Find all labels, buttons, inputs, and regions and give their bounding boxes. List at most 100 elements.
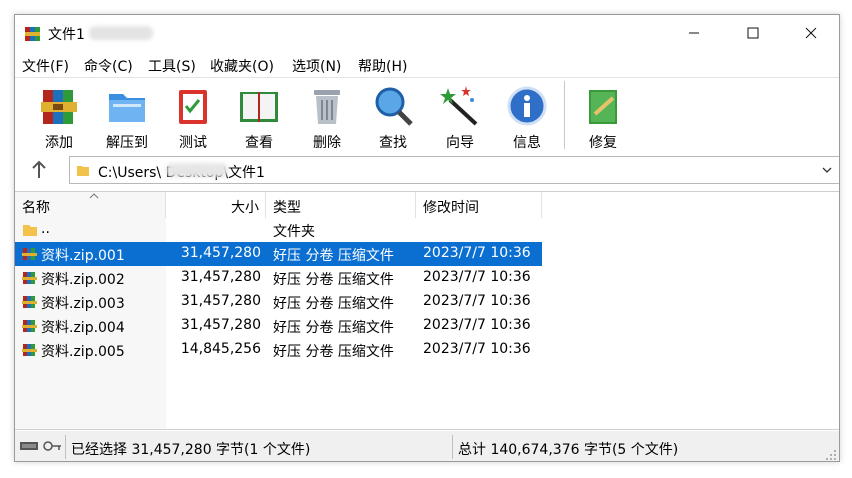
folder-icon [23,225,37,236]
winrar-window: 文件1 文件(F) 命令(C) 工具(S) 收藏夹(O) 选项(N) 帮助(H) [14,14,840,462]
list-header: 名称 大小 类型 修改时间 [15,192,839,218]
wizard-label: 向导 [446,135,474,151]
file-name: 资料.zip.004 [41,320,125,336]
path-input[interactable]: C:\Users\ Desktop\文件1 [69,156,839,184]
magic-wand-icon [440,86,478,126]
status-separator [452,435,453,459]
toolbar: 添加 解压到 测试 查看 删除 查找 向导 信息 修复 [15,77,839,153]
selection-status: 已经选择 31,457,280 字节(1 个文件) [71,442,311,458]
file-size: 31,457,280 [180,245,261,261]
extract-folder-icon [109,94,145,122]
rar-archive-icon [22,320,37,332]
toolbar-separator [564,81,565,149]
winrar-books-icon [25,27,40,41]
menu-options[interactable]: 选项(N) [292,56,341,76]
rar-archive-icon [22,248,37,260]
close-button[interactable] [782,15,839,51]
maximize-icon [747,27,759,39]
table-row[interactable]: 资料.zip.005 14,845,256 好压 分卷 压缩文件 2023/7/… [15,338,542,362]
sort-ascending-icon [89,193,99,199]
file-size: 31,457,280 [180,317,261,333]
file-modified: 2023/7/7 10:36 [423,317,531,333]
up-arrow-icon[interactable] [29,159,49,181]
redacted-title-part [89,26,153,40]
test-clipboard-icon [179,90,207,124]
menu-file[interactable]: 文件(F) [22,56,69,76]
column-type-header[interactable]: 类型 [266,192,416,218]
file-list: 名称 大小 类型 修改时间 .. 文件夹 资料.zip.001 31,457,2… [15,191,839,430]
file-modified: 2023/7/7 10:36 [423,341,531,357]
menu-tools[interactable]: 工具(S) [148,56,196,76]
file-type: 好压 分卷 压缩文件 [273,248,394,264]
table-row-parent[interactable]: .. 文件夹 [15,218,542,242]
add-archive-icon [41,90,77,124]
file-type: 好压 分卷 压缩文件 [273,320,394,336]
repair-book-icon [589,90,617,124]
status-bar: 已经选择 31,457,280 字节(1 个文件) 总计 140,674,376… [15,431,839,461]
file-size: 14,845,256 [180,341,261,357]
menu-command[interactable]: 命令(C) [84,56,133,76]
trash-icon [314,90,340,124]
rar-archive-icon [22,272,37,284]
repair-label: 修复 [589,135,617,151]
add-button[interactable]: 添加 [27,82,91,151]
file-type: 好压 分卷 压缩文件 [273,344,394,360]
column-type-label: 类型 [273,200,301,216]
table-row[interactable]: 资料.zip.001 31,457,280 好压 分卷 压缩文件 2023/7/… [15,242,542,266]
column-modified-header[interactable]: 修改时间 [416,192,542,218]
minimize-icon [689,32,699,34]
info-button[interactable]: 信息 [495,82,559,151]
info-label: 信息 [513,135,541,151]
info-icon [507,86,547,126]
file-type: 文件夹 [273,224,315,240]
file-name: 资料.zip.003 [41,296,125,312]
magnifier-icon [375,87,413,126]
delete-label: 删除 [313,135,341,151]
file-size: 31,457,280 [180,269,261,285]
title-bar: 文件1 [15,15,839,51]
file-modified: 2023/7/7 10:36 [423,245,531,261]
file-type: 好压 分卷 压缩文件 [273,296,394,312]
find-button[interactable]: 查找 [361,82,425,151]
menu-favorites[interactable]: 收藏夹(O) [210,56,274,76]
table-row[interactable]: 资料.zip.003 31,457,280 好压 分卷 压缩文件 2023/7/… [15,290,542,314]
folder-icon [77,166,89,176]
rar-archive-icon [22,344,37,356]
wizard-button[interactable]: 向导 [428,82,492,151]
table-row[interactable]: 资料.zip.002 31,457,280 好压 分卷 压缩文件 2023/7/… [15,266,542,290]
delete-button[interactable]: 删除 [295,82,359,151]
test-button[interactable]: 测试 [161,82,225,151]
extract-to-button[interactable]: 解压到 [95,82,159,151]
maximize-button[interactable] [724,15,782,51]
table-row[interactable]: 资料.zip.004 31,457,280 好压 分卷 压缩文件 2023/7/… [15,314,542,338]
close-icon [805,27,817,39]
resize-grip-icon[interactable] [825,449,837,461]
window-title: 文件1 [48,27,85,43]
menu-help[interactable]: 帮助(H) [358,56,407,76]
file-name: 资料.zip.002 [41,272,125,288]
file-name: .. [41,221,50,237]
extract-to-label: 解压到 [106,135,148,151]
column-name-header[interactable]: 名称 [15,192,166,218]
view-book-icon [240,92,278,122]
file-type: 好压 分卷 压缩文件 [273,272,394,288]
minimize-button[interactable] [665,15,723,51]
total-status: 总计 140,674,376 字节(5 个文件) [458,442,679,458]
repair-button[interactable]: 修复 [571,82,635,151]
column-name-label: 名称 [22,200,50,216]
file-name: 资料.zip.001 [41,248,125,264]
rar-archive-icon [22,296,37,308]
chevron-down-icon[interactable] [821,164,833,176]
column-size-header[interactable]: 大小 [166,192,266,218]
find-label: 查找 [379,135,407,151]
view-button[interactable]: 查看 [227,82,291,151]
redacted-username [166,163,228,177]
view-label: 查看 [245,135,273,151]
add-label: 添加 [45,135,73,151]
file-modified: 2023/7/7 10:36 [423,269,531,285]
status-separator [65,435,66,459]
address-bar: C:\Users\ Desktop\文件1 [15,153,839,189]
file-size: 31,457,280 [180,293,261,309]
test-label: 测试 [179,135,207,151]
drive-key-icon [20,441,61,451]
